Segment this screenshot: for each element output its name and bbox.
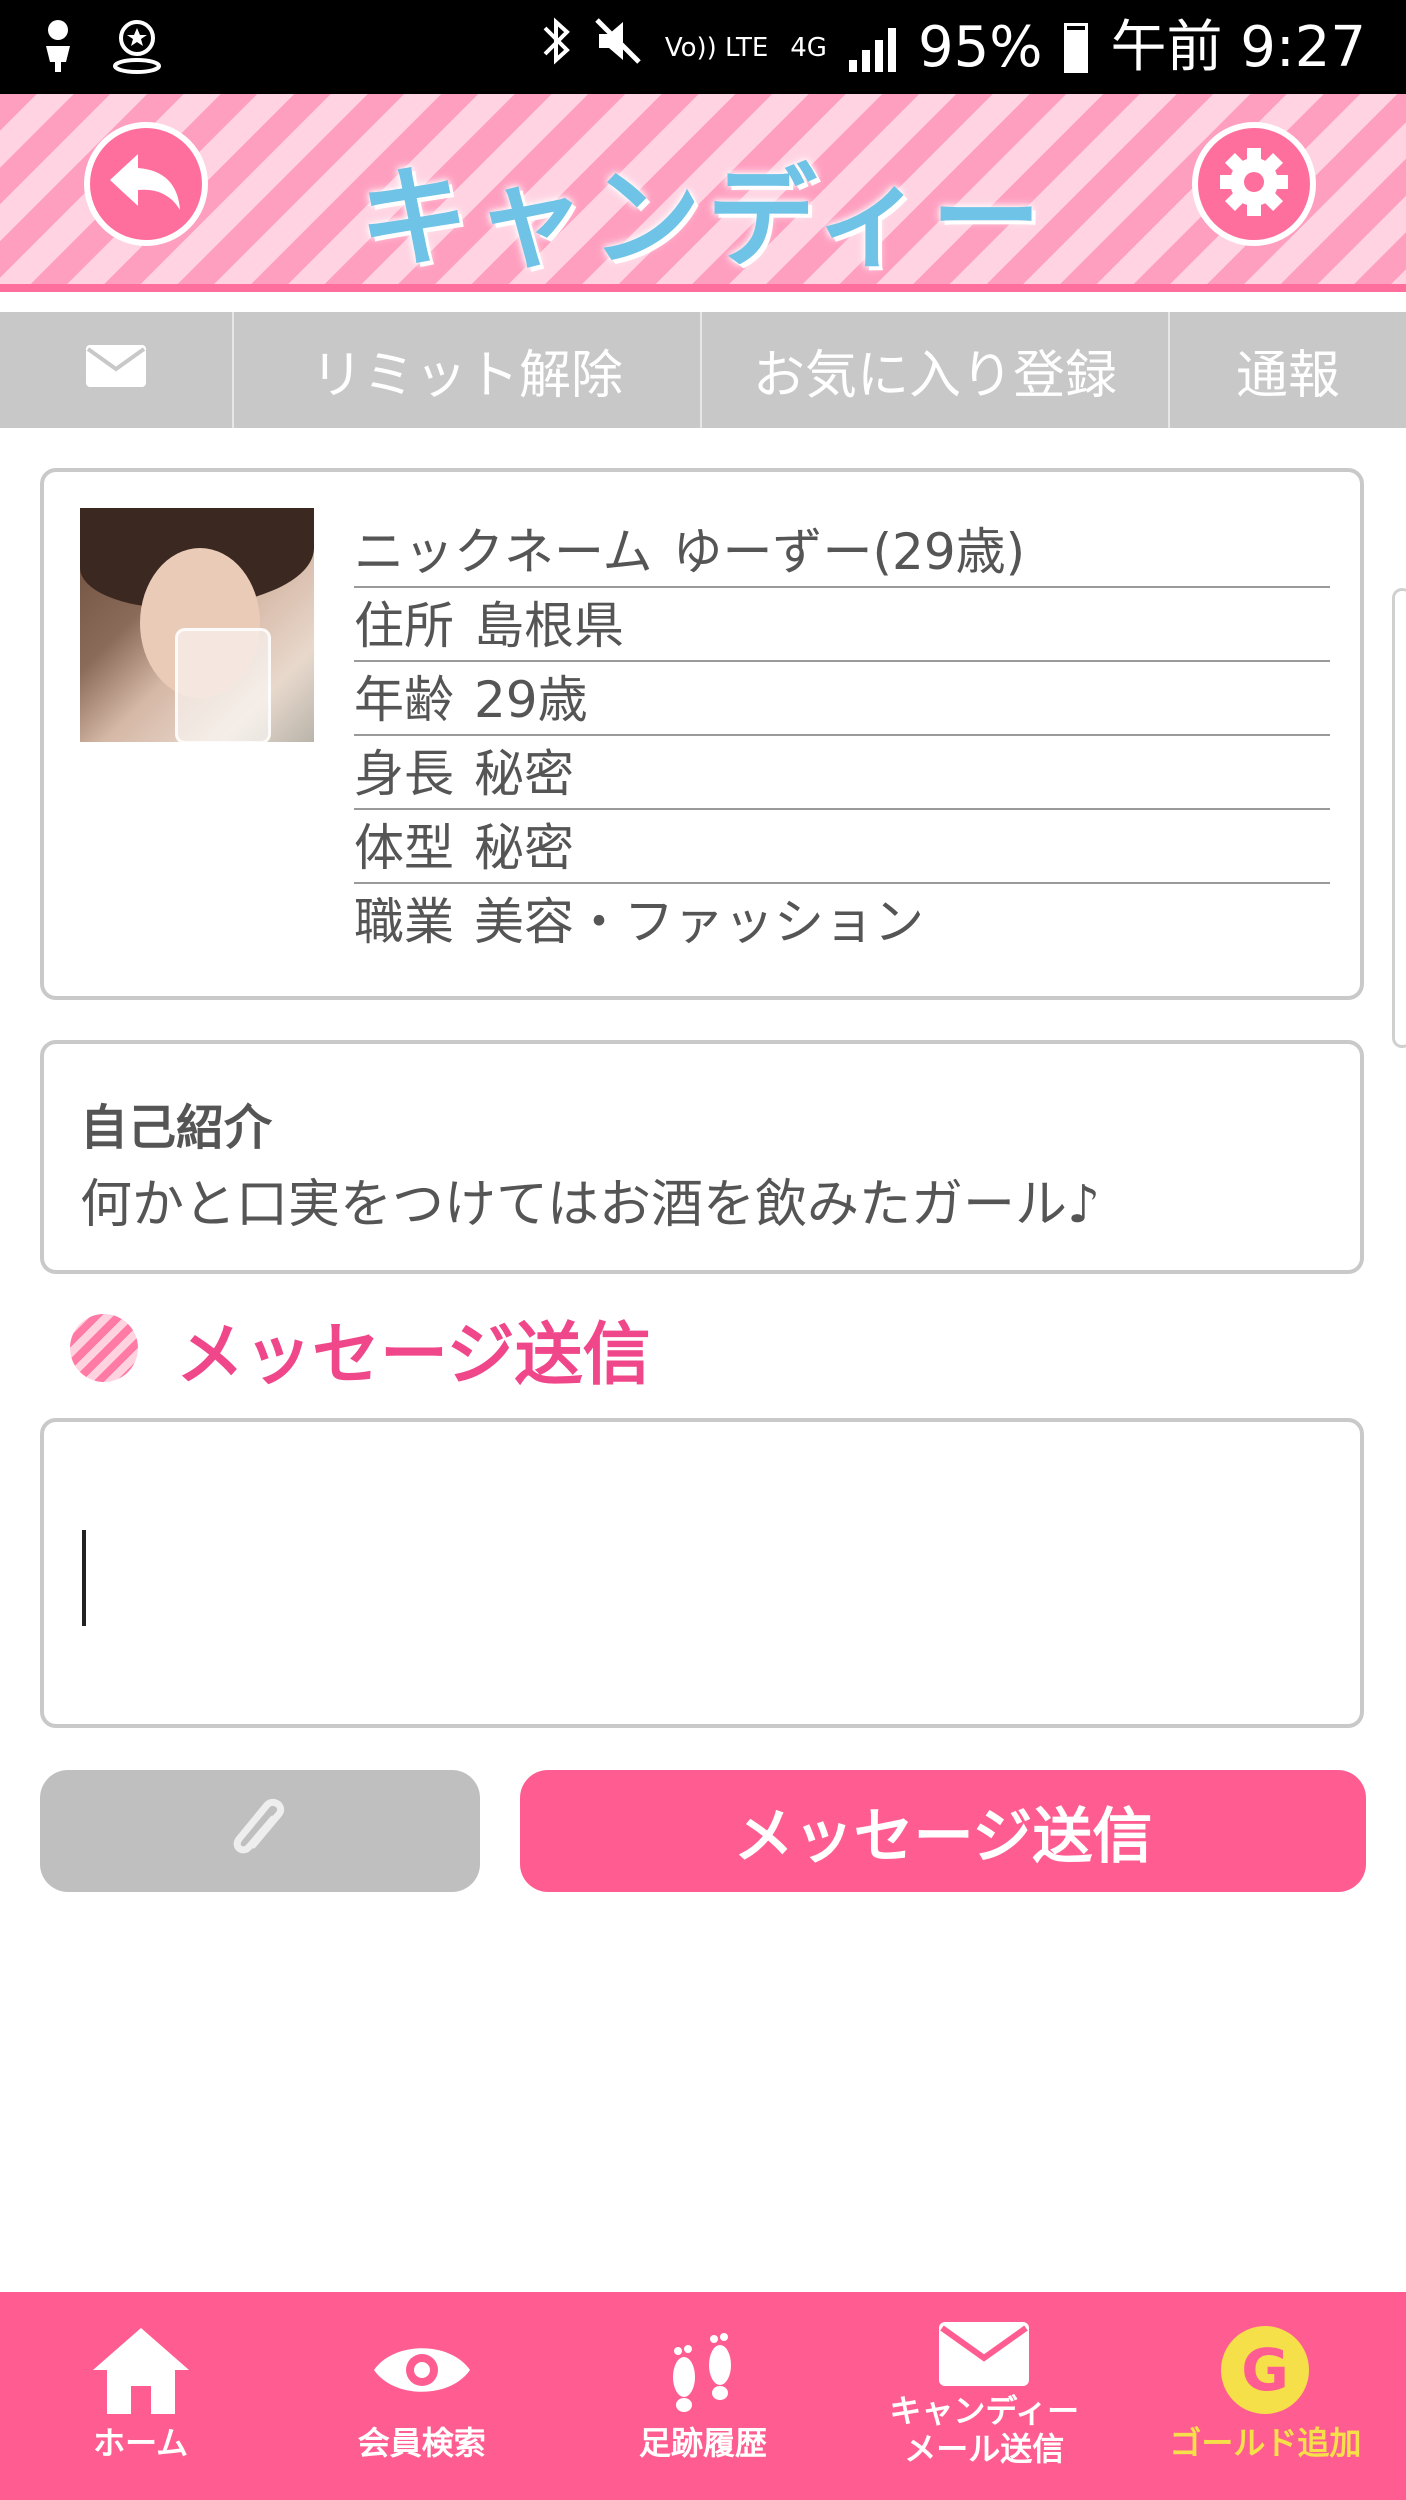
profile-photo[interactable] — [80, 508, 314, 742]
mail-icon — [939, 2316, 1030, 2392]
nav-member-search-label: 会員検索 — [357, 2424, 486, 2462]
attach-button[interactable] — [40, 1770, 480, 1892]
profile-row-height: 身長 秘密 — [354, 736, 1330, 810]
app-logo: キャンディー — [358, 154, 1048, 282]
striped-dot-icon — [70, 1314, 138, 1382]
tab-mail[interactable] — [0, 312, 234, 428]
message-input-box — [40, 1418, 1364, 1728]
signal-icon — [848, 24, 896, 72]
bluetooth-icon — [541, 14, 571, 82]
profile-info: ニックネーム ゆーずー(29歳) 住所 島根県 年齢 29歳 身長 秘密 体型 秘密 職業… — [354, 514, 1330, 958]
volte-indicator: Vo)) LTE — [664, 33, 769, 63]
clock: 午前 9:27 — [1110, 15, 1366, 80]
footprints-icon — [658, 2316, 748, 2424]
profile-row-nickname: ニックネーム ゆーずー(29歳) — [354, 514, 1330, 588]
self-intro-card: 自己紹介 何かと口実をつけてはお酒を飲みたガール♪ — [40, 1040, 1364, 1274]
nav-gold-add[interactable]: G ゴールド追加 — [1125, 2292, 1406, 2500]
paperclip-icon — [225, 1789, 295, 1873]
tab-favorite-register[interactable]: お気に入り登録 — [702, 312, 1170, 428]
profile-row-address: 住所 島根県 — [354, 588, 1330, 662]
profile-row-body-type: 体型 秘密 — [354, 810, 1330, 884]
home-icon — [89, 2316, 193, 2424]
nav-candy-mail-label-2: メール送信 — [904, 2430, 1065, 2468]
profile-row-age: 年齢 29歳 — [354, 662, 1330, 736]
nav-home-label: ホーム — [93, 2424, 189, 2462]
profile-action-bar: リミット解除 お気に入り登録 通報 — [0, 312, 1406, 428]
battery-icon — [1064, 23, 1089, 73]
status-bar: Vo)) LTE 4G 95% 午前 9:27 — [0, 0, 1406, 94]
nav-footprints-label: 足跡履歴 — [639, 2424, 768, 2462]
battery-percent: 95% — [917, 15, 1043, 80]
gear-icon — [1216, 144, 1292, 224]
settings-button[interactable] — [1192, 122, 1316, 246]
app-header: キャンディー — [0, 94, 1406, 292]
nav-candy-mail-label-1: キャンディー — [889, 2392, 1080, 2430]
scroll-indicator — [1392, 588, 1406, 1048]
tab-limit-release[interactable]: リミット解除 — [234, 312, 702, 428]
eye-icon — [370, 2316, 474, 2424]
mute-icon — [593, 16, 643, 80]
message-section-header: メッセージ送信 — [70, 1312, 651, 1395]
profile-card: ニックネーム ゆーずー(29歳) 住所 島根県 年齢 29歳 身長 秘密 体型 秘密 職業… — [40, 468, 1364, 1000]
text-caret — [82, 1530, 86, 1626]
message-section-title: メッセージ送信 — [176, 1315, 651, 1395]
network-indicator: 4G — [790, 33, 827, 63]
send-message-button[interactable]: メッセージ送信 — [520, 1770, 1366, 1892]
self-intro-text: 何かと口実をつけてはお酒を飲みたガール♪ — [80, 1175, 1101, 1235]
person-pin-icon — [40, 18, 76, 78]
nav-gold-add-label: ゴールド追加 — [1169, 2424, 1362, 2462]
self-intro-title: 自己紹介 — [80, 1100, 273, 1156]
tab-report[interactable]: 通報 — [1170, 312, 1406, 428]
location-badge-icon — [112, 18, 162, 78]
profile-row-occupation: 職業 美容・ファッション — [354, 893, 924, 951]
nav-home[interactable]: ホーム — [0, 2292, 281, 2500]
nav-footprints[interactable]: 足跡履歴 — [562, 2292, 843, 2500]
envelope-icon — [86, 340, 146, 400]
message-input[interactable] — [44, 1422, 1360, 1724]
nav-candy-mail[interactable]: キャンディー メール送信 — [844, 2292, 1125, 2500]
nav-member-search[interactable]: 会員検索 — [281, 2292, 562, 2500]
svg-text:G: G — [1242, 2336, 1290, 2404]
bottom-nav: ホーム 会員検索 足跡履歴 キャンディー メール送信 G ゴールド追加 — [0, 2292, 1406, 2500]
gold-coin-icon: G — [1219, 2316, 1311, 2424]
